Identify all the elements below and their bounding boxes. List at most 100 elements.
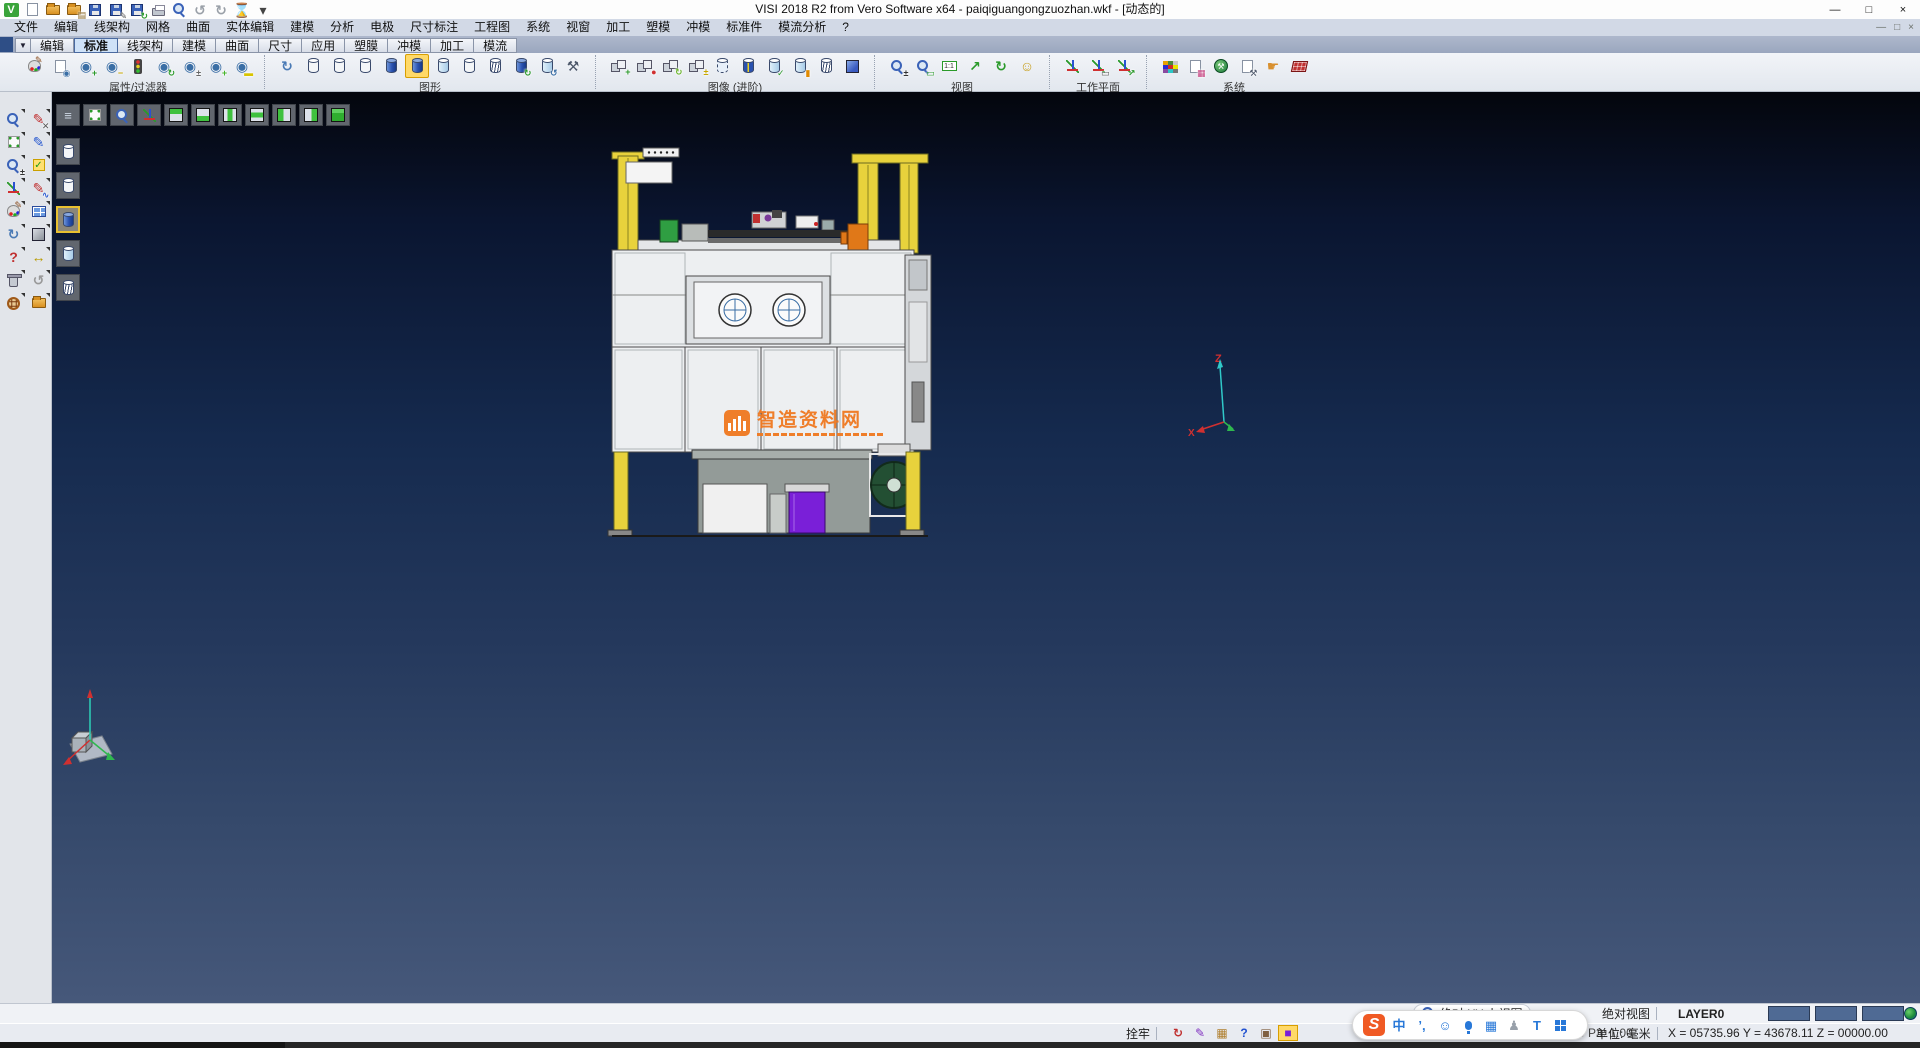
show-all-icon[interactable]: ◉+ (204, 54, 228, 78)
menu-item-7[interactable]: 分析 (322, 19, 362, 36)
tab-3[interactable]: 建模 (173, 38, 216, 53)
ime-toolbox-icon[interactable] (1553, 1020, 1567, 1031)
solids-filter-icon[interactable]: ● (632, 54, 656, 78)
view-front-icon[interactable] (218, 104, 242, 126)
menu-item-10[interactable]: 工程图 (466, 19, 518, 36)
workplane-face-icon[interactable]: ▭ (1086, 54, 1110, 78)
layer-swatch-2[interactable] (1862, 1006, 1904, 1021)
dynamic-view-icon[interactable]: ↗ (963, 54, 987, 78)
hide-entities-icon[interactable]: ◉− (100, 54, 124, 78)
tab-2[interactable]: 线架构 (118, 38, 173, 53)
redraw-visibility-icon[interactable]: ◉↻ (152, 54, 176, 78)
context-help-icon[interactable]: ? (1234, 1025, 1254, 1041)
view-back-icon[interactable] (245, 104, 269, 126)
render-settings-icon[interactable]: ⚒ (561, 54, 585, 78)
ime-voice-icon[interactable] (1461, 1021, 1475, 1030)
confirm-icon[interactable] (27, 154, 50, 176)
undo-icon[interactable]: ↺ (191, 2, 209, 18)
restore-button[interactable]: □ (1852, 0, 1886, 19)
shade-recycle-icon[interactable]: ↻ (509, 54, 533, 78)
hatched-mode-icon[interactable] (483, 54, 507, 78)
menu-item-13[interactable]: 加工 (598, 19, 638, 36)
style-wireframe-icon[interactable] (56, 138, 80, 165)
recorder-icon[interactable]: ⌛ (233, 2, 251, 18)
solids-toggle-icon[interactable]: ± (684, 54, 708, 78)
help-icon[interactable]: ? (2, 246, 25, 268)
minimize-button[interactable]: — (1818, 0, 1852, 19)
open-file-icon[interactable] (44, 2, 62, 18)
move-triad-icon[interactable] (2, 177, 25, 199)
mdi-restore-button[interactable]: □ (1894, 22, 1900, 33)
save-sync-icon[interactable]: ↻ (128, 2, 146, 18)
lock-toggle[interactable]: 拴牢 (1126, 1024, 1163, 1042)
menu-item-12[interactable]: 视窗 (558, 19, 598, 36)
view-bottom-icon[interactable] (191, 104, 215, 126)
spline-icon[interactable]: ✎∿ (27, 177, 50, 199)
attribute-copy-icon[interactable]: ◉ (48, 54, 72, 78)
preview-icon[interactable] (170, 2, 188, 18)
zoom-extents-icon[interactable]: ▭ (911, 54, 935, 78)
style-shaded-icon[interactable] (56, 206, 80, 233)
menu-item-6[interactable]: 建模 (282, 19, 322, 36)
save-icon[interactable] (86, 2, 104, 18)
menu-item-0[interactable]: 文件 (6, 19, 46, 36)
menu-item-16[interactable]: 标准件 (718, 19, 770, 36)
hide-all-icon[interactable]: ◉▬ (230, 54, 254, 78)
history-icon[interactable]: ↻ (1168, 1025, 1188, 1041)
shade-copy-icon[interactable]: ↺ (535, 54, 559, 78)
export-icon[interactable]: ▣ (1256, 1025, 1276, 1041)
layer-color-swatches[interactable] (1768, 1004, 1909, 1023)
units-label[interactable]: 单位: 毫米 (1596, 1024, 1664, 1042)
ime-skin-icon[interactable]: ♟ (1507, 1019, 1521, 1032)
print-icon[interactable] (149, 2, 167, 18)
section-line-icon[interactable] (736, 54, 760, 78)
shade-cube-icon[interactable] (27, 223, 50, 245)
flat-mode-icon[interactable] (457, 54, 481, 78)
selection-frame-icon[interactable] (2, 131, 25, 153)
viewport-menu-icon[interactable]: ≡ (56, 104, 80, 126)
regen-icon[interactable]: ↻ (275, 54, 299, 78)
system-settings-icon[interactable] (1209, 54, 1233, 78)
view-left-icon[interactable] (272, 104, 296, 126)
menu-item-5[interactable]: 实体编辑 (218, 19, 282, 36)
view-right-icon[interactable] (299, 104, 323, 126)
style-translucent-icon[interactable] (56, 240, 80, 267)
view-face-icon[interactable]: ☺ (1015, 54, 1039, 78)
shaded-cube-icon[interactable] (840, 54, 864, 78)
style-hidden-icon[interactable] (56, 172, 80, 199)
menu-item-17[interactable]: 模流分析 (770, 19, 834, 36)
ime-keyboard-icon[interactable]: ▦ (1484, 1019, 1498, 1032)
menu-item-18[interactable]: ? (834, 19, 857, 36)
globe-icon[interactable] (1904, 1004, 1917, 1023)
open-part-icon[interactable] (27, 292, 50, 314)
ime-emoji-icon[interactable]: ☺ (1438, 1019, 1452, 1032)
shaded-mode-icon[interactable] (379, 54, 403, 78)
zoom-inout-icon[interactable]: ± (885, 54, 909, 78)
tab-0[interactable]: 编辑 (31, 38, 74, 53)
section-dashed-icon[interactable] (710, 54, 734, 78)
ime-language-icon[interactable]: 中 (1392, 1019, 1406, 1032)
grid-settings-icon[interactable] (1287, 54, 1311, 78)
mdi-close-button[interactable]: × (1908, 22, 1914, 33)
refresh-icon[interactable]: ↻ (2, 223, 25, 245)
workplane-dynamic-icon[interactable]: ↗ (1112, 54, 1136, 78)
fit-view-icon[interactable] (83, 104, 107, 126)
zoom-one-to-one-icon[interactable] (937, 54, 961, 78)
triad-view-icon[interactable] (137, 104, 161, 126)
selection-hand-icon[interactable]: ☛ (1261, 54, 1285, 78)
validate-solid-icon[interactable]: ✓ (762, 54, 786, 78)
calc-icon[interactable]: ▦ (1212, 1025, 1232, 1041)
tab-10[interactable]: 模流 (474, 38, 517, 53)
layer-indicator[interactable]: LAYER0 (1678, 1004, 1724, 1023)
ime-logo-icon[interactable]: S (1363, 1014, 1385, 1036)
ime-toolbar[interactable]: S 中’,☺▦♟T (1352, 1010, 1588, 1040)
tab-dropdown-icon[interactable]: ▼ (15, 38, 31, 53)
tab-8[interactable]: 冲模 (388, 38, 431, 53)
absolute-view-label[interactable]: 绝对视图 (1602, 1004, 1663, 1023)
tab-6[interactable]: 应用 (302, 38, 345, 53)
measure-icon[interactable]: ↔ (27, 246, 50, 268)
layer-swatch-1[interactable] (1815, 1006, 1857, 1021)
menu-item-1[interactable]: 编辑 (46, 19, 86, 36)
view-top-icon[interactable] (164, 104, 188, 126)
menu-item-3[interactable]: 网格 (138, 19, 178, 36)
